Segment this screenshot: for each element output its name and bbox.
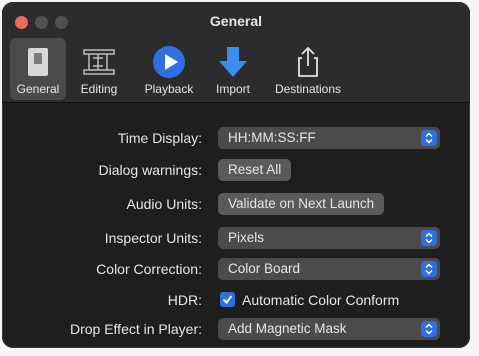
- tab-destinations-label: Destinations: [274, 82, 342, 96]
- drop-effect-row: Drop Effect in Player: Add Magnetic Mask: [2, 317, 470, 341]
- hdr-row: HDR: Automatic Color Conform: [2, 288, 470, 312]
- dialog-warnings-label: Dialog warnings:: [98, 162, 203, 178]
- tab-import[interactable]: Import: [208, 38, 258, 100]
- drop-effect-label: Drop Effect in Player:: [69, 321, 202, 337]
- up-down-chevron-icon: [421, 230, 437, 246]
- down-arrow-icon: [219, 47, 247, 77]
- color-correction-value: Color Board: [228, 261, 301, 276]
- automatic-color-conform-label[interactable]: Automatic Color Conform: [242, 292, 399, 308]
- inspector-units-row: Inspector Units: Pixels: [2, 226, 470, 250]
- dialog-warnings-row: Dialog warnings: Reset All: [2, 158, 470, 182]
- film-strip-icon: [83, 49, 115, 75]
- tab-general-label: General: [16, 82, 60, 96]
- color-correction-label: Color Correction:: [96, 261, 202, 277]
- tab-editing[interactable]: Editing: [72, 38, 126, 100]
- inspector-units-popup[interactable]: Pixels: [218, 227, 440, 249]
- share-icon: [298, 46, 318, 77]
- time-display-label: Time Display:: [117, 130, 202, 146]
- tab-editing-label: Editing: [80, 82, 118, 96]
- validate-on-next-launch-button[interactable]: Validate on Next Launch: [218, 193, 385, 215]
- up-down-chevron-icon: [421, 261, 437, 277]
- tab-destinations[interactable]: Destinations: [268, 38, 348, 100]
- general-switch-icon: [28, 48, 48, 76]
- audio-units-row: Audio Units: Validate on Next Launch: [2, 192, 470, 216]
- general-settings: Time Display: HH:MM:SS:FF Dialog warning…: [2, 103, 470, 348]
- tab-playback[interactable]: Playback: [136, 38, 202, 100]
- play-icon: [153, 46, 185, 78]
- color-correction-popup[interactable]: Color Board: [218, 258, 440, 280]
- time-display-value: HH:MM:SS:FF: [228, 130, 316, 145]
- preferences-window: General General Editing Playback Import …: [2, 2, 470, 348]
- tab-playback-label: Playback: [144, 82, 194, 96]
- up-down-chevron-icon: [421, 321, 437, 337]
- up-down-chevron-icon: [421, 130, 437, 146]
- window-title: General: [209, 13, 263, 29]
- toolbar: General General Editing Playback Import …: [2, 2, 470, 103]
- hdr-label: HDR:: [167, 292, 202, 308]
- drop-effect-value: Add Magnetic Mask: [228, 321, 347, 336]
- drop-effect-popup[interactable]: Add Magnetic Mask: [218, 318, 440, 340]
- color-correction-row: Color Correction: Color Board: [2, 257, 470, 281]
- inspector-units-value: Pixels: [228, 230, 265, 245]
- tab-general[interactable]: General: [10, 38, 66, 100]
- time-display-row: Time Display: HH:MM:SS:FF: [2, 126, 470, 150]
- automatic-color-conform-checkbox[interactable]: [220, 292, 235, 307]
- inspector-units-label: Inspector Units:: [104, 230, 202, 246]
- reset-all-button[interactable]: Reset All: [218, 159, 292, 181]
- time-display-popup[interactable]: HH:MM:SS:FF: [218, 127, 440, 149]
- tab-import-label: Import: [215, 82, 250, 96]
- audio-units-label: Audio Units:: [126, 196, 202, 212]
